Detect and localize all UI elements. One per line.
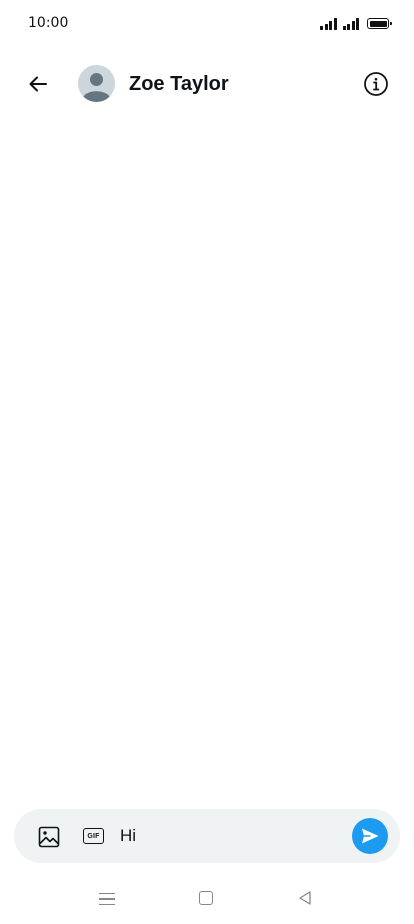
signal-icon (342, 18, 359, 30)
status-bar: 10:00 (0, 0, 414, 48)
conversation-header: Zoe Taylor (0, 56, 414, 112)
info-button[interactable] (358, 66, 394, 102)
home-square-icon[interactable] (199, 891, 213, 905)
send-button[interactable] (352, 818, 388, 854)
info-circle-icon (364, 72, 388, 96)
gif-icon: GIF (83, 828, 104, 844)
gif-button[interactable]: GIF (81, 826, 106, 846)
send-icon (362, 828, 379, 844)
avatar[interactable] (78, 65, 115, 102)
message-composer: GIF (14, 809, 400, 863)
media-button[interactable] (36, 824, 62, 850)
message-input[interactable] (120, 822, 340, 850)
menu-icon[interactable] (99, 891, 115, 907)
signal-icon (320, 18, 337, 30)
default-avatar-icon (78, 65, 115, 102)
back-triangle-icon[interactable] (297, 890, 313, 906)
status-time: 10:00 (28, 15, 69, 31)
status-icons (320, 16, 392, 30)
arrow-left-icon (29, 76, 47, 92)
back-button[interactable] (20, 66, 56, 102)
contact-name[interactable]: Zoe Taylor (129, 72, 229, 96)
message-list (0, 112, 414, 802)
image-icon (38, 826, 60, 848)
battery-icon (367, 18, 392, 29)
system-nav-bar (0, 876, 414, 924)
